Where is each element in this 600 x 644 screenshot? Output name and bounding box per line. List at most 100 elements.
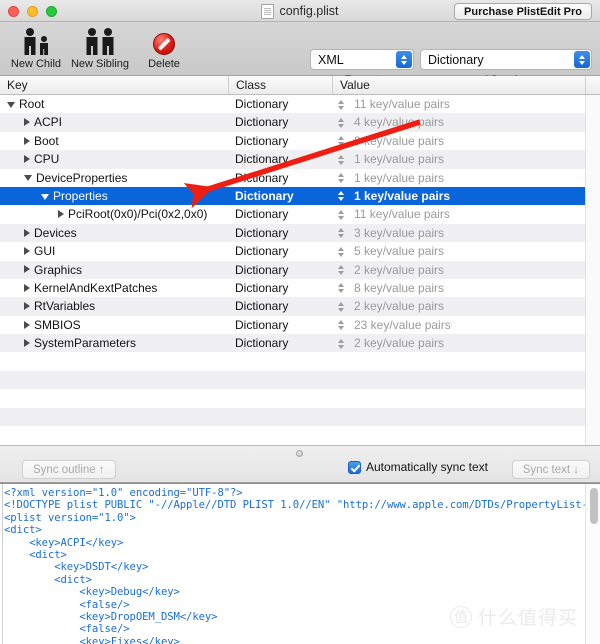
row-value-cell: 2 key/value pairs [354,299,445,314]
row-key-label: ACPI [34,115,63,130]
column-header-value[interactable]: Value [332,76,585,94]
disclosure-triangle-open-icon[interactable] [41,193,49,200]
table-row[interactable]: CPU Dictionary 1 key/value pairs [0,150,600,169]
two-people-icon [24,25,49,55]
split-handle[interactable] [296,450,303,457]
disclosure-triangle-closed-icon[interactable] [24,246,30,255]
row-class-cell[interactable]: Dictionary [228,113,332,131]
row-class-cell[interactable]: Dictionary [228,261,332,279]
column-header-key[interactable]: Key [0,76,228,94]
disclosure-triangle-closed-icon[interactable] [24,118,30,127]
outline-vertical-scrollbar[interactable] [585,95,600,445]
traffic-light-buttons [8,6,57,17]
row-value-cell: 1 key/value pairs [354,170,445,185]
row-class-cell[interactable]: Dictionary [228,205,332,223]
window-title: config.plist [279,4,339,18]
row-key-label: Boot [34,133,59,148]
table-row[interactable]: PciRoot(0x0)/Pci(0x2,0x0) Dictionary 11 ke… [0,205,600,224]
disclosure-triangle-open-icon[interactable] [7,101,15,108]
table-header: Key Class Value [0,76,600,95]
view-as-value: Dictionary [428,52,484,67]
disclosure-triangle-closed-icon[interactable] [24,155,30,163]
row-key-cell: RtVariables [0,297,228,315]
row-key-cell: DeviceProperties [0,169,228,187]
view-as-popup-button[interactable]: Dictionary [420,49,592,70]
minimize-button[interactable] [27,6,38,17]
row-class-cell[interactable]: Dictionary [228,224,332,242]
row-key-cell: ACPI [0,113,228,131]
disclosure-triangle-closed-icon[interactable] [24,136,30,145]
disclosure-triangle-closed-icon[interactable] [58,210,64,219]
table-row[interactable]: Properties Dictionary 1 key/value pairs [0,186,600,206]
table-row[interactable]: DeviceProperties Dictionary 1 key/value pa… [0,168,600,187]
row-key-cell: Devices [0,224,228,242]
disclosure-triangle-closed-icon[interactable] [24,302,30,311]
row-key-cell: Boot [0,132,228,150]
table-row[interactable]: GUI Dictionary 5 key/value pairs [0,242,600,261]
row-key-cell: CPU [0,150,228,168]
disclosure-triangle-open-icon[interactable] [24,175,32,182]
disclosure-triangle-closed-icon[interactable] [24,320,30,329]
row-class-cell[interactable]: Dictionary [228,242,332,260]
row-key-cell: GUI [0,242,228,260]
window-titlebar: config.plist Purchase PlistEdit Pro [0,0,600,22]
xml-text-editor[interactable]: <?xml version="1.0" encoding="UTF-8"?> <… [0,483,600,644]
table-row[interactable]: SMBIOS Dictionary 23 key/value pairs [0,315,600,335]
table-row-empty [0,426,600,445]
row-value-cell: 23 key/value pairs [354,317,451,332]
column-header-class[interactable]: Class [228,76,332,94]
table-body: Root Dictionary 11 key/value pairs ACPI Dict… [0,95,600,445]
row-key-cell: Properties [0,187,228,205]
disclosure-triangle-closed-icon[interactable] [24,338,30,347]
delete-button[interactable]: Delete [132,25,196,70]
row-class-cell[interactable]: Dictionary [228,132,332,150]
row-value-cell: 11 key/value pairs [354,97,450,111]
row-key-label: Properties [53,188,108,203]
row-class-cell[interactable]: Dictionary [228,297,332,315]
disclosure-triangle-closed-icon[interactable] [24,228,30,237]
format-popup-button[interactable]: XML [310,49,414,70]
sync-text-button[interactable]: Sync text ↓ [511,460,590,479]
plist-outline-view: Key Class Value Root Dictionary 11 key/val… [0,76,600,445]
xml-text-content-area[interactable]: <?xml version="1.0" encoding="UTF-8"?> <… [0,484,585,644]
row-class-cell[interactable]: Dictionary [228,150,332,168]
row-key-label: CPU [34,152,60,167]
row-class-cell[interactable]: Dictionary [228,169,332,187]
scrollbar-thumb[interactable] [589,488,598,524]
row-key-cell: SystemParameters [0,334,228,352]
disclosure-triangle-closed-icon[interactable] [24,265,30,274]
table-row[interactable]: Graphics Dictionary 2 key/value pairs [0,260,600,279]
row-class-cell[interactable]: Dictionary [228,334,332,352]
table-row[interactable]: ACPI Dictionary 4 key/value pairs [0,113,600,132]
purchase-plistedit-pro-button[interactable]: Purchase PlistEdit Pro [454,3,592,20]
table-row[interactable]: Root Dictionary 11 key/value pairs [0,95,600,114]
automatically-sync-text-checkbox[interactable]: Automatically sync text [347,460,488,474]
checkbox-icon[interactable] [347,460,361,474]
zoom-button[interactable] [46,6,57,17]
automatically-sync-text-label: Automatically sync text [365,460,488,474]
xml-source-text: <?xml version="1.0" encoding="UTF-8"?> <… [4,487,585,644]
row-class-cell[interactable]: Dictionary [228,279,332,297]
new-sibling-button[interactable]: New Sibling [68,25,132,70]
row-value-cell: 1 key/value pairs [354,188,451,203]
sync-outline-button[interactable]: Sync outline ↑ [22,460,116,479]
table-row[interactable]: Devices Dictionary 3 key/value pairs [0,223,600,243]
close-button[interactable] [8,6,19,17]
row-key-label: GUI [34,244,56,259]
delete-label: Delete [148,58,180,70]
row-key-label: SMBIOS [34,317,81,332]
row-key-cell: Root [0,95,228,113]
new-child-label: New Child [10,58,62,70]
row-class-cell[interactable]: Dictionary [228,95,332,113]
table-row[interactable]: SystemParameters Dictionary 2 key/value pa… [0,334,600,353]
text-vertical-scrollbar[interactable] [585,484,600,644]
table-row[interactable]: RtVariables Dictionary 2 key/value pairs [0,297,600,316]
row-value-cell: 2 key/value pairs [354,262,445,277]
row-class-cell[interactable]: Dictionary [228,316,332,334]
table-row[interactable]: Boot Dictionary 9 key/value pairs [0,131,600,151]
disclosure-triangle-closed-icon[interactable] [24,283,30,292]
row-class-cell[interactable]: Dictionary [228,187,332,205]
table-row[interactable]: KernelAndKextPatches Dictionary 8 key/valu… [0,278,600,298]
row-key-label: DeviceProperties [36,170,128,185]
new-child-button[interactable]: New Child [4,25,68,70]
